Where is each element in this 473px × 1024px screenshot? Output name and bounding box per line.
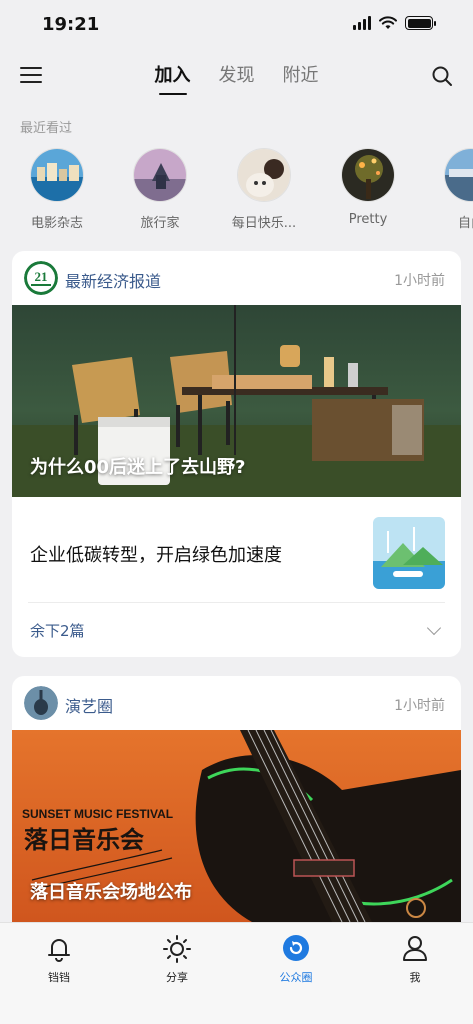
- tab-public-circle[interactable]: 公众圈: [256, 933, 336, 985]
- more-articles-row[interactable]: 余下2篇: [28, 603, 445, 655]
- sun-icon: [163, 935, 191, 963]
- bell-icon: [48, 939, 70, 962]
- tab-me[interactable]: 我: [375, 933, 455, 985]
- top-nav: 加入 发现 附近: [0, 55, 473, 99]
- tab-label: 分享: [166, 971, 188, 984]
- avatar: [341, 148, 395, 202]
- recent-item-label: Pretty: [348, 212, 388, 227]
- battery-icon: [405, 16, 436, 30]
- recent-item-label: 每日快乐...: [231, 216, 297, 231]
- status-time: 19:21: [42, 14, 100, 35]
- tab-bell[interactable]: 铛铛: [19, 933, 99, 985]
- card-header[interactable]: 演艺圈 1小时前: [12, 676, 461, 730]
- avatar: [237, 148, 291, 202]
- tab-nearby[interactable]: 附近: [283, 61, 319, 95]
- hero-caption[interactable]: 落日音乐会场地公布: [30, 878, 192, 904]
- more-articles-text[interactable]: 余下2篇: [30, 620, 85, 641]
- recent-item-free[interactable]: 自由: [426, 146, 473, 231]
- avatar: [133, 148, 187, 202]
- tab-share[interactable]: 分享: [137, 933, 217, 985]
- tab-label: 我: [409, 971, 421, 984]
- tab-discover[interactable]: 发现: [219, 61, 255, 95]
- recent-item-pretty[interactable]: Pretty: [323, 146, 413, 227]
- status-bar: 19:21: [0, 0, 473, 50]
- recent-item-label: 旅行家: [140, 216, 180, 231]
- card-source-name[interactable]: 演艺圈: [65, 693, 113, 717]
- source-logo: 21: [24, 261, 58, 295]
- article-item[interactable]: 企业低碳转型，开启绿色加速度: [28, 497, 445, 603]
- wifi-icon: [379, 16, 397, 29]
- signal-icon: [353, 16, 371, 30]
- hero-article[interactable]: 为什么00后迷上了去山野?: [12, 305, 461, 497]
- poster-chinese-title: 落日音乐会: [24, 826, 144, 854]
- card-timestamp: 1小时前: [394, 698, 445, 714]
- chevron-down-icon[interactable]: [426, 620, 442, 636]
- avatar: [30, 148, 84, 202]
- tab-label: 公众圈: [279, 971, 313, 984]
- recent-item-traveler[interactable]: 旅行家: [115, 146, 205, 231]
- hero-caption[interactable]: 为什么00后迷上了去山野?: [30, 453, 246, 479]
- card-timestamp: 1小时前: [394, 273, 445, 289]
- circle-refresh-icon: [283, 935, 309, 961]
- source-logo: [24, 686, 58, 720]
- recent-item-daily-happy[interactable]: 每日快乐...: [219, 146, 309, 231]
- bottom-tab-bar: 铛铛 分享 公众圈 我: [0, 922, 473, 1024]
- article-thumbnail: [373, 517, 445, 589]
- feed-card: 演艺圈 1小时前 SUNSET MUSIC FESTIVAL 落日音乐会 落日音…: [12, 676, 461, 922]
- tab-join[interactable]: 加入: [155, 61, 191, 95]
- article-title[interactable]: 企业低碳转型，开启绿色加速度: [30, 541, 282, 567]
- recent-list: 电影杂志 旅行家 每日快乐... Pretty 自由: [0, 146, 473, 236]
- status-icons: [353, 16, 436, 30]
- tab-bar: 加入 发现 附近: [0, 61, 473, 95]
- recent-title: 最近看过: [20, 121, 73, 136]
- hero-article[interactable]: SUNSET MUSIC FESTIVAL 落日音乐会 落日音乐会场地公布: [12, 730, 461, 922]
- user-icon: [403, 936, 427, 961]
- recent-item-movie[interactable]: 电影杂志: [12, 146, 102, 231]
- card-source-name[interactable]: 最新经济报道: [65, 268, 161, 292]
- avatar: [444, 148, 473, 202]
- card-header[interactable]: 21 最新经济报道 1小时前: [12, 251, 461, 305]
- svg-text:21: 21: [35, 269, 48, 284]
- tab-label: 铛铛: [48, 971, 70, 984]
- poster-english-title: SUNSET MUSIC FESTIVAL: [22, 807, 173, 821]
- feed-card: 21 最新经济报道 1小时前 为什么00后迷上了去山野? 企业低碳转型，开启绿色…: [12, 251, 461, 657]
- recent-item-label: 电影杂志: [30, 216, 83, 231]
- search-icon[interactable]: [431, 65, 453, 87]
- recent-item-label: 自由: [457, 216, 473, 231]
